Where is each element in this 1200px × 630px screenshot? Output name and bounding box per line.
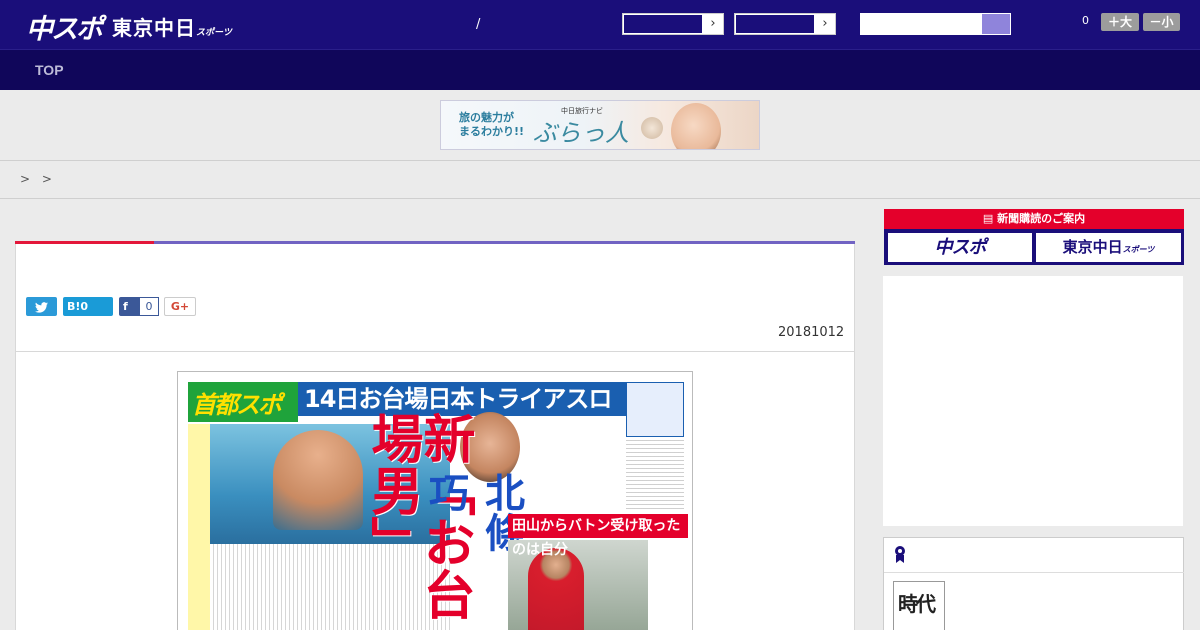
ranking-thumbnail[interactable]: 時代 — [893, 581, 945, 630]
nav-item-top[interactable]: TOP — [35, 62, 64, 78]
banner-copy: 旅の魅力が まるわかり!! — [459, 111, 524, 139]
hatena-bookmark-button[interactable]: B!0 — [63, 297, 113, 316]
paper-info-box — [626, 382, 684, 437]
search-button[interactable] — [982, 14, 1010, 34]
header-separator: / — [476, 17, 481, 32]
banner-line1: 旅の魅力が — [459, 111, 514, 124]
paper-headline: 14日お台場日本トライアスロン選手権 — [298, 382, 628, 447]
shell-image — [641, 117, 663, 139]
chevron-right-icon[interactable]: › — [815, 14, 835, 34]
card-accent-purple — [154, 241, 855, 244]
counter-text: 0 — [1082, 14, 1089, 27]
twitter-icon — [35, 300, 48, 313]
font-smaller-button[interactable]: －小 — [1143, 13, 1180, 31]
article-date: 20181012 — [778, 325, 845, 340]
subscription-header: ▤ 新聞購読のご案内 — [884, 209, 1184, 229]
divider — [0, 160, 1200, 161]
breadcrumb: > > — [20, 172, 56, 186]
sidebar-ad[interactable] — [883, 276, 1183, 526]
subscribe-tokyo-button[interactable]: 東京中日スポーツ — [1036, 233, 1181, 262]
search-input[interactable] — [860, 13, 1011, 35]
hatena-count: 0 — [80, 300, 89, 313]
tokyo-logo-text: 東京中日 — [112, 16, 196, 40]
paper-big-headline: 新「お台場男」 — [362, 412, 474, 620]
facebook-icon: f — [123, 300, 128, 313]
facebook-count: 0 — [139, 297, 159, 316]
banner-brand: ぶらっ人 — [533, 119, 629, 147]
model-photo — [671, 103, 721, 149]
facebook-share-button[interactable]: f 0 — [119, 297, 159, 316]
paper-masthead-text: 首都スポ — [192, 391, 282, 419]
subscribe-tokyo-small: スポーツ — [1122, 245, 1155, 254]
subcategory-select[interactable]: › — [734, 13, 836, 35]
newspaper-icon: ▤ — [982, 212, 998, 225]
swimmer-photo — [273, 430, 363, 530]
hatena-label: B! — [67, 300, 81, 313]
category-select[interactable]: › — [622, 13, 724, 35]
card-accent-red — [15, 241, 154, 244]
twitter-share-button[interactable] — [26, 297, 57, 316]
subscription-header-text: 新聞購読のご案内 — [997, 212, 1086, 225]
paper-masthead: 首都スポ — [188, 382, 298, 422]
font-larger-button[interactable]: ＋大 — [1101, 13, 1139, 31]
category-select-field[interactable] — [623, 14, 703, 34]
main-nav: TOP — [0, 49, 1200, 90]
thumb-text: 時代 — [898, 592, 936, 616]
subscribe-tokyo-text: 東京中日 — [1062, 238, 1123, 256]
ribbon-icon — [894, 545, 906, 563]
subscribe-chuspo-button[interactable]: 中スポ — [888, 233, 1032, 262]
chevron-right-icon[interactable]: › — [703, 14, 723, 34]
paper-subheadline: 田山からバトン受け取ったのは自分 — [508, 514, 688, 558]
ranking-divider — [884, 572, 1184, 573]
paper-side-column — [188, 424, 210, 630]
tokyo-logo-small: スポーツ — [196, 28, 232, 38]
card-divider — [16, 351, 854, 352]
subcategory-select-field[interactable] — [735, 14, 815, 34]
chuspo-logo[interactable]: 中スポ — [26, 7, 103, 46]
newspaper-image[interactable]: 首都スポ 14日お台場日本トライアスロン選手権 新「お台場男」 北條巧 田山から… — [177, 371, 693, 630]
travel-ad-banner[interactable]: 旅の魅力が まるわかり!! 中日旅行ナビ ぶらっ人 — [440, 100, 760, 150]
divider — [0, 198, 1200, 199]
tokyo-chunichi-logo[interactable]: 東京中日スポーツ — [112, 12, 232, 41]
banner-line2: まるわかり!! — [459, 125, 525, 138]
google-plus-button[interactable]: G+ — [164, 297, 196, 316]
